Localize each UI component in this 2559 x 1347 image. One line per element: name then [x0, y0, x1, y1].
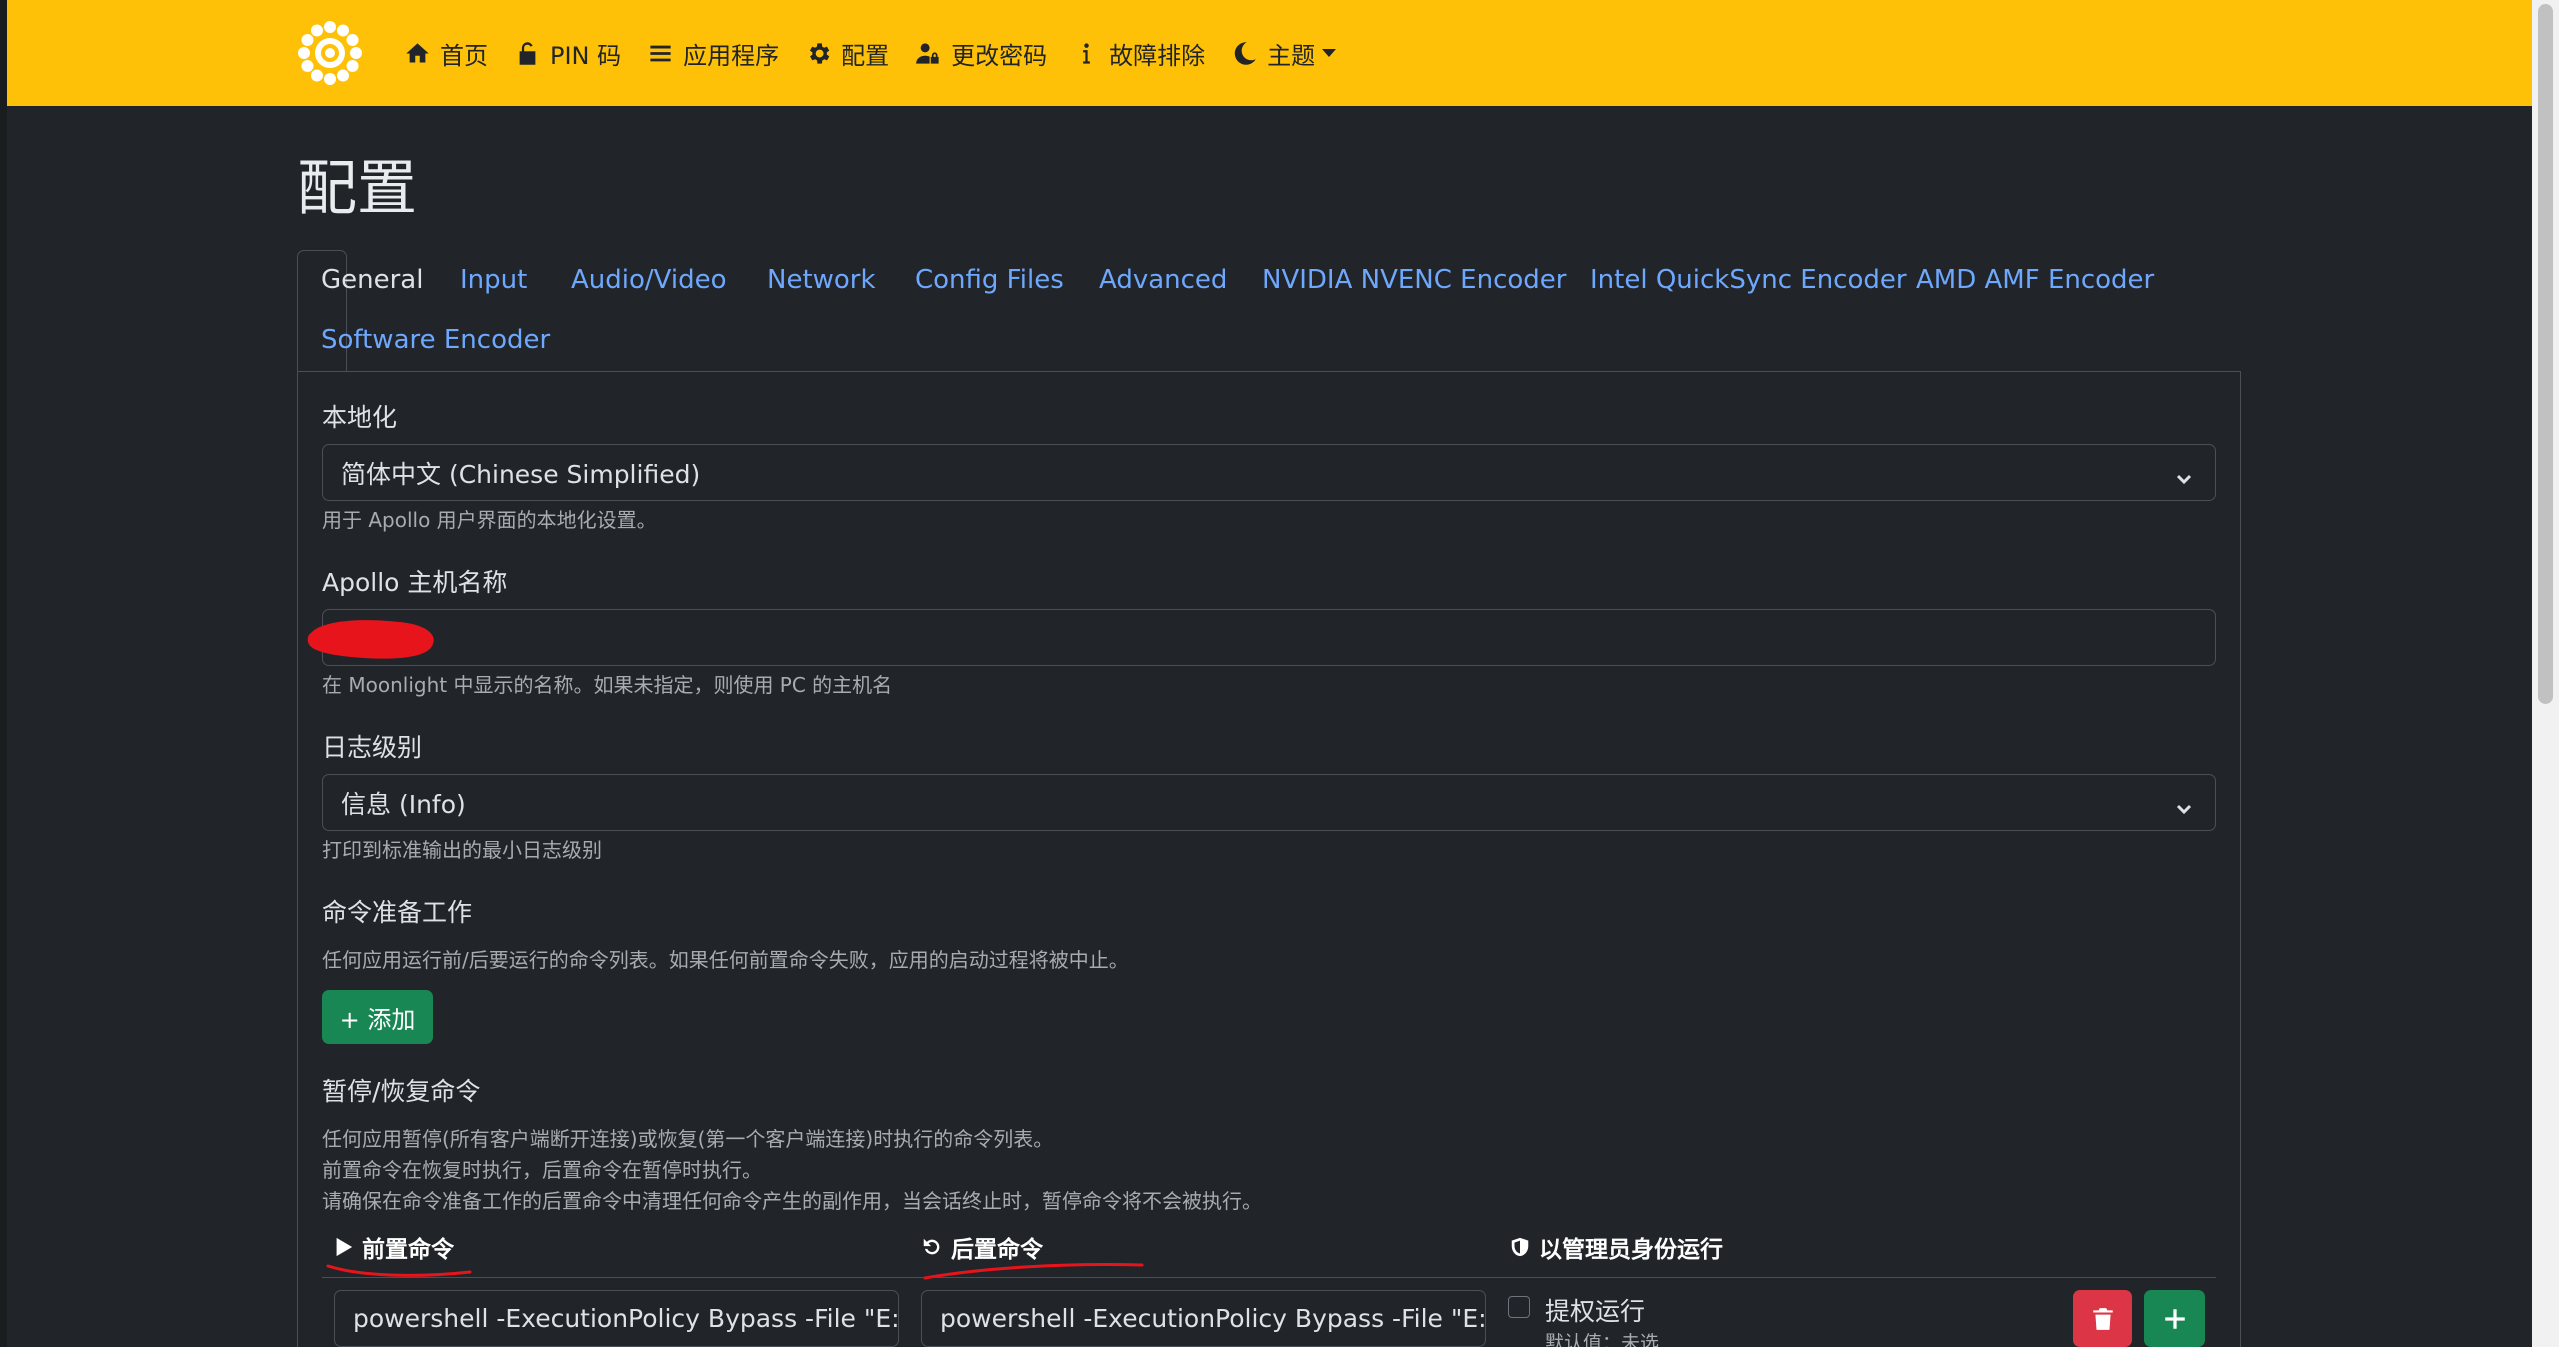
state-cmd-help-2: 前置命令在恢复时执行，后置命令在暂停时执行。	[322, 1158, 762, 1182]
list-icon	[650, 45, 671, 61]
page-title: 配置	[297, 154, 417, 224]
tab-amd-amf[interactable]: AMD AMF Encoder	[1892, 250, 2178, 310]
tab-nvidia-nvenc[interactable]: NVIDIA NVENC Encoder	[1238, 250, 1590, 310]
hostname-input[interactable]	[322, 609, 2216, 666]
column-elevated: 以管理员身份运行	[1509, 1230, 1723, 1264]
log-level-help: 打印到标准输出的最小日志级别	[322, 838, 602, 862]
state-cmd-help-3: 请确保在命令准备工作的后置命令中清理任何命令产生的副作用，当会话终止时，暂停命令…	[322, 1189, 1262, 1213]
nav-home-label: 首页	[440, 41, 488, 70]
apollo-logo-icon[interactable]	[297, 20, 363, 86]
hostname-label: Apollo 主机名称	[322, 568, 508, 597]
undo-icon	[923, 1238, 940, 1255]
trash-icon	[2092, 1307, 2113, 1330]
hostname-help: 在 Moonlight 中显示的名称。如果未指定，则使用 PC 的主机名	[322, 673, 893, 697]
tab-input[interactable]: Input	[436, 250, 551, 310]
plus-icon	[2164, 1308, 2185, 1329]
nav-config-label: 配置	[841, 41, 890, 70]
nav-apps[interactable]: 应用程序	[634, 0, 792, 106]
nav-pin[interactable]: PIN 码	[501, 0, 634, 106]
log-level-select[interactable]: 信息 (Info)	[322, 774, 2216, 831]
nav-change-password[interactable]: 更改密码	[902, 0, 1060, 106]
undo-cmd-value: powershell -ExecutionPolicy Bypass -File…	[940, 1304, 1486, 1333]
tab-network[interactable]: Network	[743, 250, 900, 310]
locale-help: 用于 Apollo 用户界面的本地化设置。	[322, 508, 657, 532]
prep-cmd-help: 任何应用运行前/后要运行的命令列表。如果任何前置命令失败，应用的启动过程将被中止…	[322, 948, 1129, 972]
add-prep-cmd-label: + 添加	[339, 1005, 416, 1034]
add-cmd-row-button[interactable]	[2144, 1290, 2205, 1347]
chevron-down-icon	[2175, 465, 2193, 485]
window-edge	[0, 0, 7, 1347]
home-icon	[406, 42, 429, 62]
column-undo-cmd: 后置命令	[921, 1230, 1043, 1264]
tab-advanced[interactable]: Advanced	[1075, 250, 1251, 310]
unlock-icon	[519, 41, 536, 65]
gear-icon	[810, 42, 830, 64]
state-cmd-help-1: 任何应用暂停(所有客户端断开连接)或恢复(第一个客户端连接)时执行的命令列表。	[322, 1127, 1054, 1151]
do-cmd-value: powershell -ExecutionPolicy Bypass -File…	[353, 1304, 899, 1333]
user-lock-icon	[916, 42, 939, 64]
nav-change-password-label: 更改密码	[951, 41, 1048, 70]
nav-config[interactable]: 配置	[792, 0, 902, 106]
nav-pin-label: PIN 码	[550, 41, 622, 70]
tab-audio-video[interactable]: Audio/Video	[547, 250, 751, 310]
elevated-default-text: 默认值：未选	[1545, 1332, 1660, 1347]
nav-theme-label: 主题	[1267, 41, 1316, 70]
log-level-label: 日志级别	[322, 733, 423, 762]
do-cmd-input[interactable]: powershell -ExecutionPolicy Bypass -File…	[334, 1290, 899, 1347]
locale-selected-value: 简体中文 (Chinese Simplified)	[341, 459, 701, 489]
add-prep-cmd-button[interactable]: + 添加	[322, 990, 433, 1044]
scrollbar-thumb[interactable]	[2538, 4, 2553, 704]
moon-icon	[1234, 41, 1256, 65]
nav-home[interactable]: 首页	[391, 0, 501, 106]
elevated-checkbox[interactable]	[1508, 1296, 1530, 1318]
locale-select[interactable]: 简体中文 (Chinese Simplified)	[322, 444, 2216, 501]
nav-troubleshooting[interactable]: 故障排除	[1060, 0, 1218, 106]
nav-apps-label: 应用程序	[683, 41, 780, 70]
prep-cmd-label: 命令准备工作	[322, 898, 473, 927]
tab-software-encoder[interactable]: Software Encoder	[297, 310, 574, 370]
nav-theme-dropdown[interactable]: 主题	[1218, 0, 1349, 106]
chevron-down-icon	[2175, 795, 2193, 815]
delete-cmd-button[interactable]	[2073, 1290, 2132, 1347]
elevated-checkbox-label[interactable]: 提权运行	[1545, 1292, 1645, 1328]
undo-cmd-input[interactable]: powershell -ExecutionPolicy Bypass -File…	[921, 1290, 1486, 1347]
page: 首页 PIN 码 应用程序 配置 更改密码 故障排除 主题 配置 General…	[0, 0, 2559, 1347]
shield-icon	[1511, 1237, 1529, 1257]
nav-troubleshooting-label: 故障排除	[1109, 41, 1206, 70]
log-level-selected-value: 信息 (Info)	[341, 789, 466, 819]
redaction-mark	[307, 620, 434, 659]
info-icon	[1083, 42, 1091, 64]
page-scrollbar[interactable]	[2532, 0, 2559, 1347]
caret-down-icon	[1322, 49, 1337, 57]
tab-general[interactable]: General	[297, 250, 447, 310]
table-header-divider	[322, 1277, 2216, 1278]
tab-intel-quicksync[interactable]: Intel QuickSync Encoder	[1566, 250, 1931, 310]
annotation-underline	[923, 1263, 1144, 1280]
tab-config-files[interactable]: Config Files	[891, 250, 1088, 310]
play-icon	[336, 1237, 353, 1257]
state-cmd-label: 暂停/恢复命令	[322, 1077, 481, 1106]
locale-label: 本地化	[322, 403, 398, 432]
top-navbar: 首页 PIN 码 应用程序 配置 更改密码 故障排除 主题	[7, 0, 2532, 106]
column-do-cmd: 前置命令	[332, 1230, 454, 1264]
